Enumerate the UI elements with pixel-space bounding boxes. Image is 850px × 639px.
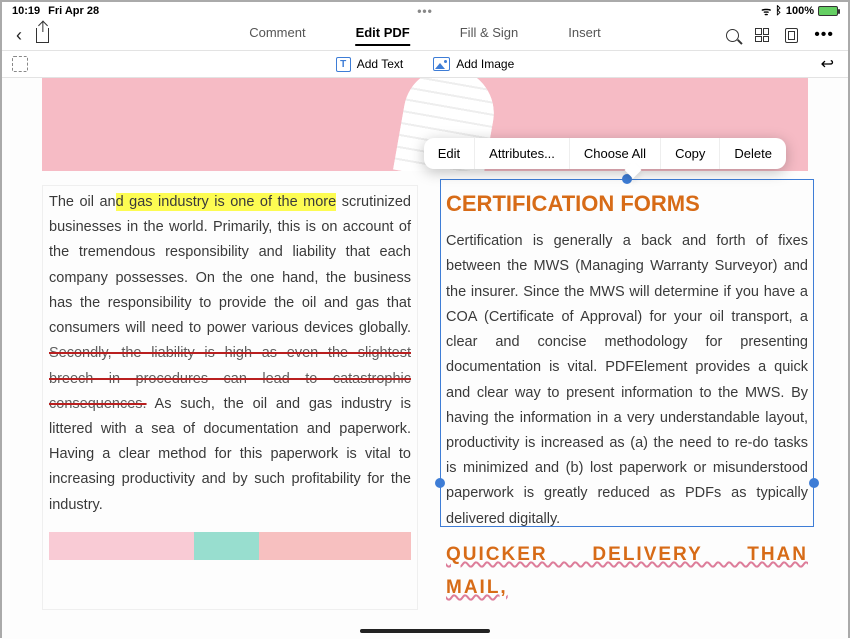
main-toolbar: ‹ Comment Edit PDF Fill & Sign Insert ••… bbox=[2, 20, 848, 50]
popup-copy[interactable]: Copy bbox=[661, 138, 720, 169]
wifi-icon: ᯤ bbox=[761, 4, 771, 19]
left-text-block[interactable]: The oil and gas industry is one of the m… bbox=[42, 185, 418, 610]
thumbnails-icon[interactable] bbox=[755, 28, 769, 42]
edit-toolbar: T Add Text Add Image ↩ bbox=[2, 50, 848, 78]
image-icon bbox=[433, 57, 450, 71]
resize-handle-right[interactable] bbox=[809, 478, 819, 488]
selection-tool-icon[interactable] bbox=[12, 56, 28, 72]
add-text-button[interactable]: T Add Text bbox=[336, 57, 403, 72]
left-para-a: The oil an bbox=[49, 194, 116, 210]
highlighted-text: d gas industry is one of the more bbox=[116, 193, 337, 211]
battery-text: 100% bbox=[786, 5, 814, 17]
tab-fill-sign[interactable]: Fill & Sign bbox=[460, 25, 519, 46]
status-bar: 10:19 Fri Apr 28 ••• ᯤ ᛒ 100% bbox=[2, 2, 848, 20]
context-menu: Edit Attributes... Choose All Copy Delet… bbox=[424, 138, 786, 169]
popup-edit[interactable]: Edit bbox=[424, 138, 475, 169]
bluetooth-icon: ᛒ bbox=[775, 5, 782, 17]
popup-choose-all[interactable]: Choose All bbox=[570, 138, 661, 169]
battery-icon bbox=[818, 6, 838, 16]
more-menu-icon[interactable]: ••• bbox=[814, 26, 834, 44]
back-button[interactable]: ‹ bbox=[16, 25, 22, 46]
share-button[interactable] bbox=[36, 28, 49, 43]
popup-delete[interactable]: Delete bbox=[720, 138, 786, 169]
drag-dots-icon: ••• bbox=[417, 4, 433, 18]
add-image-button[interactable]: Add Image bbox=[433, 57, 514, 71]
right-text-block[interactable]: CERTIFICATION FORMS Certification is gen… bbox=[446, 185, 808, 610]
text-icon: T bbox=[336, 57, 351, 72]
tab-comment[interactable]: Comment bbox=[249, 25, 305, 46]
add-image-label: Add Image bbox=[456, 57, 514, 71]
popup-attributes[interactable]: Attributes... bbox=[475, 138, 570, 169]
search-icon[interactable] bbox=[726, 29, 739, 42]
page-view-icon[interactable] bbox=[785, 28, 798, 43]
tab-edit-pdf[interactable]: Edit PDF bbox=[356, 25, 410, 46]
heading-quicker-delivery: QUICKER DELIVERY THAN MAIL, bbox=[446, 538, 808, 604]
selection-box[interactable] bbox=[440, 179, 814, 527]
left-para-c: As such, the oil and gas industry is lit… bbox=[49, 396, 411, 513]
add-text-label: Add Text bbox=[357, 57, 403, 71]
home-indicator[interactable] bbox=[360, 629, 490, 633]
bottom-image-strip[interactable] bbox=[49, 532, 411, 560]
status-date: Fri Apr 28 bbox=[48, 5, 99, 17]
undo-button[interactable]: ↩ bbox=[821, 54, 834, 74]
left-para-b: scrutinized businesses in the world. Pri… bbox=[49, 194, 411, 336]
status-time: 10:19 bbox=[12, 5, 40, 17]
mode-tabs: Comment Edit PDF Fill & Sign Insert bbox=[249, 25, 601, 46]
document-canvas[interactable]: Edit Attributes... Choose All Copy Delet… bbox=[2, 78, 848, 639]
tab-insert[interactable]: Insert bbox=[568, 25, 601, 46]
resize-handle-left[interactable] bbox=[435, 478, 445, 488]
